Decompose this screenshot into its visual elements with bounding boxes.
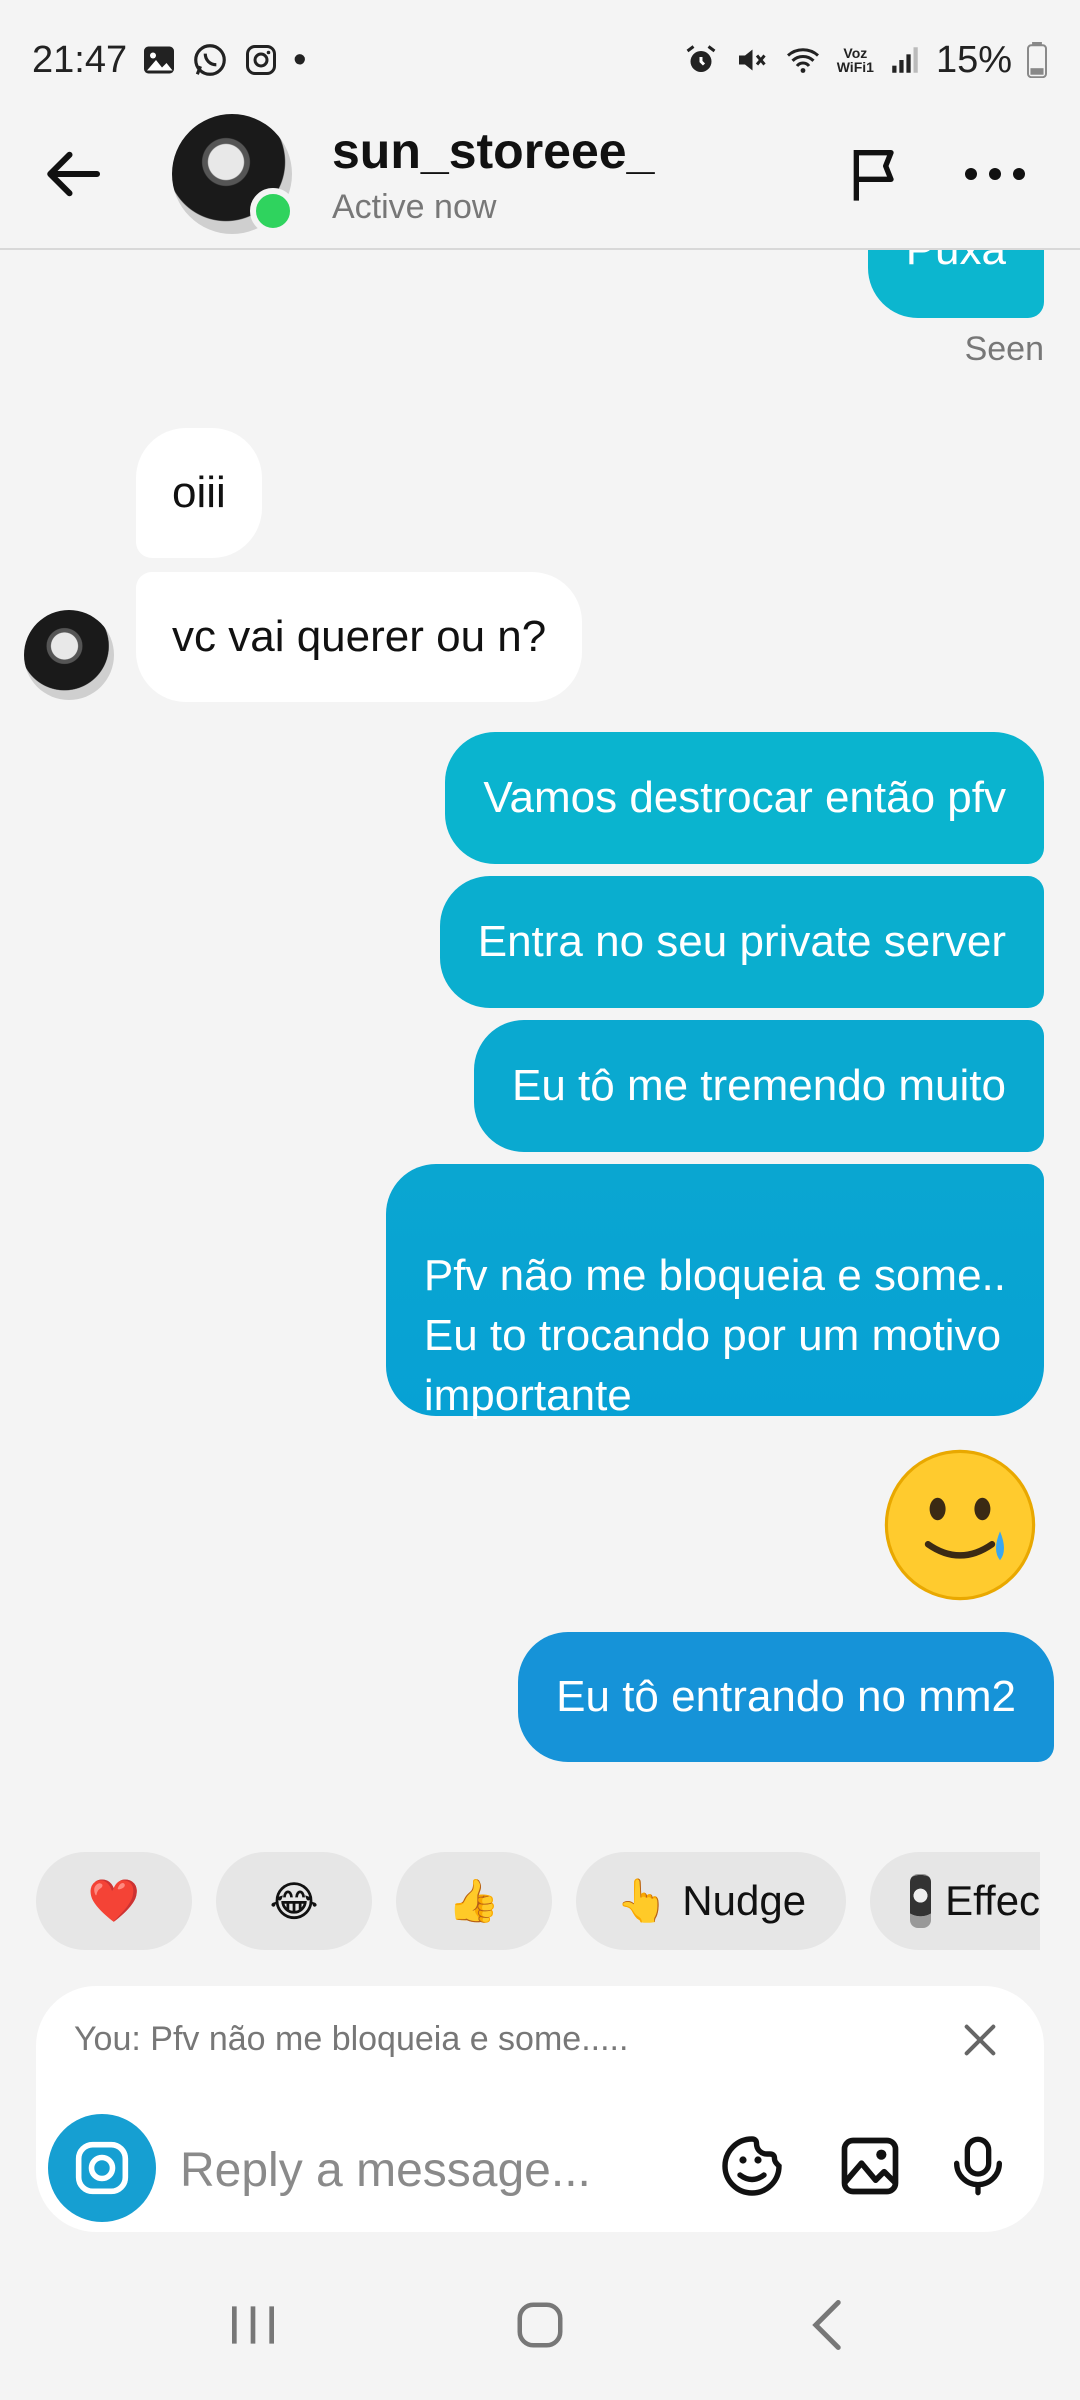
back-nav-button[interactable] [777,2275,877,2375]
message-bubble-outgoing[interactable]: Pfv não me bloqueia e some.. Eu to troca… [385,1164,1044,1420]
quick-reactions-bar: ❤️ 😂 👍 👆 Nudge Effec [36,1852,1041,1950]
home-button[interactable] [490,2275,590,2375]
message-bubble-incoming[interactable]: vc vai querer ou n? [136,572,583,702]
contact-name: sun_storeee_ [332,122,655,179]
more-options-button[interactable] [960,139,1030,209]
effects-avatar [910,1874,932,1928]
contact-avatar-small[interactable] [24,610,114,700]
more-dots-icon [965,168,1025,180]
arrow-left-icon [47,151,101,197]
sticker-icon [722,2136,782,2196]
message-input[interactable] [180,2130,600,2210]
home-icon [517,2302,563,2348]
report-button[interactable] [840,139,910,209]
online-indicator [250,188,296,234]
flag-icon [853,150,894,201]
message-bubble-outgoing[interactable]: Entra no seu private server [439,876,1044,1008]
reaction-laugh-button[interactable]: 😂 [216,1852,372,1950]
thumbs-up-emoji: 👍 [447,1876,501,1924]
message-bubble-outgoing[interactable]: Eu tô entrando no mm2 [518,1632,1054,1762]
close-icon [964,2024,996,2056]
recent-apps-icon [232,2306,275,2344]
nudge-label: Nudge [682,1877,807,1924]
camera-icon [75,2141,129,2195]
message-bubble-outgoing[interactable]: Vamos destrocar então pfv [445,732,1044,864]
recent-apps-button[interactable] [203,2275,303,2375]
cancel-reply-button[interactable] [952,2012,1008,2068]
reaction-thumbs-up-button[interactable]: 👍 [396,1852,552,1950]
chat-header: sun_storeee_ Active now [0,100,1080,250]
smiling-face-with-tear-emoji[interactable] [880,1445,1040,1605]
reply-preview-text: You: Pfv não me bloqueia e some..... [74,2020,629,2058]
effects-button[interactable]: Effec [870,1852,1041,1950]
heart-emoji: ❤️ [87,1876,141,1924]
contact-status: Active now [332,187,497,226]
microphone-icon [954,2136,1002,2196]
chevron-left-icon [811,2300,841,2350]
seen-indicator: Seen [964,330,1044,368]
image-icon [841,2137,899,2195]
message-text: Eu tô me tremendo muito [511,1061,1006,1110]
back-button[interactable] [30,129,120,219]
system-navigation-bar [0,2270,1080,2380]
sticker-button[interactable] [712,2126,792,2206]
laughing-emoji: 😂 [269,1877,319,1925]
contact-avatar[interactable] [172,114,296,234]
message-text: vc vai querer ou n? [172,612,547,661]
message-text: Eu tô entrando no mm2 [556,1672,1016,1721]
message-text: Entra no seu private server [477,917,1006,966]
pointing-hand-emoji: 👆 [616,1876,669,1924]
effects-label: Effec [945,1877,1041,1924]
nudge-button[interactable]: 👆 Nudge [576,1852,847,1950]
message-text: oiii [172,468,226,517]
contact-info[interactable]: sun_storeee_ Active now [332,122,654,227]
reply-composer: You: Pfv não me bloqueia e some..... [36,1986,1044,2232]
message-text: Pfv não me bloqueia e some.. Eu to troca… [423,1251,1006,1420]
message-text: Vamos destrocar então pfv [483,773,1006,822]
message-bubble-outgoing[interactable]: Eu tô me tremendo muito [473,1020,1044,1152]
voice-message-button[interactable] [938,2126,1018,2206]
reaction-heart-button[interactable]: ❤️ [36,1852,192,1950]
gallery-button[interactable] [830,2126,910,2206]
camera-button[interactable] [48,2114,156,2222]
message-bubble-incoming[interactable]: oiii [136,428,262,558]
